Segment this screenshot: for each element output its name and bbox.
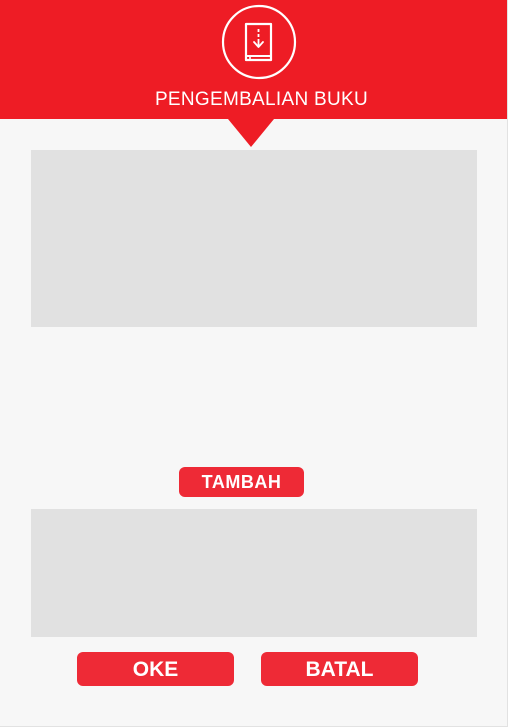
page-title: PENGEMBALIAN BUKU	[154, 89, 369, 110]
book-return-icon	[221, 4, 297, 80]
ok-button[interactable]: OKE	[77, 652, 234, 686]
cancel-button[interactable]: BATAL	[261, 652, 418, 686]
book-list-panel[interactable]	[31, 150, 477, 327]
add-button[interactable]: TAMBAH	[179, 467, 304, 497]
selected-books-panel[interactable]	[31, 509, 477, 637]
return-book-screen: PENGEMBALIAN BUKU TAMBAH OKE BATAL	[0, 0, 508, 727]
header-bar: PENGEMBALIAN BUKU	[0, 0, 507, 119]
header-pointer	[228, 119, 274, 147]
